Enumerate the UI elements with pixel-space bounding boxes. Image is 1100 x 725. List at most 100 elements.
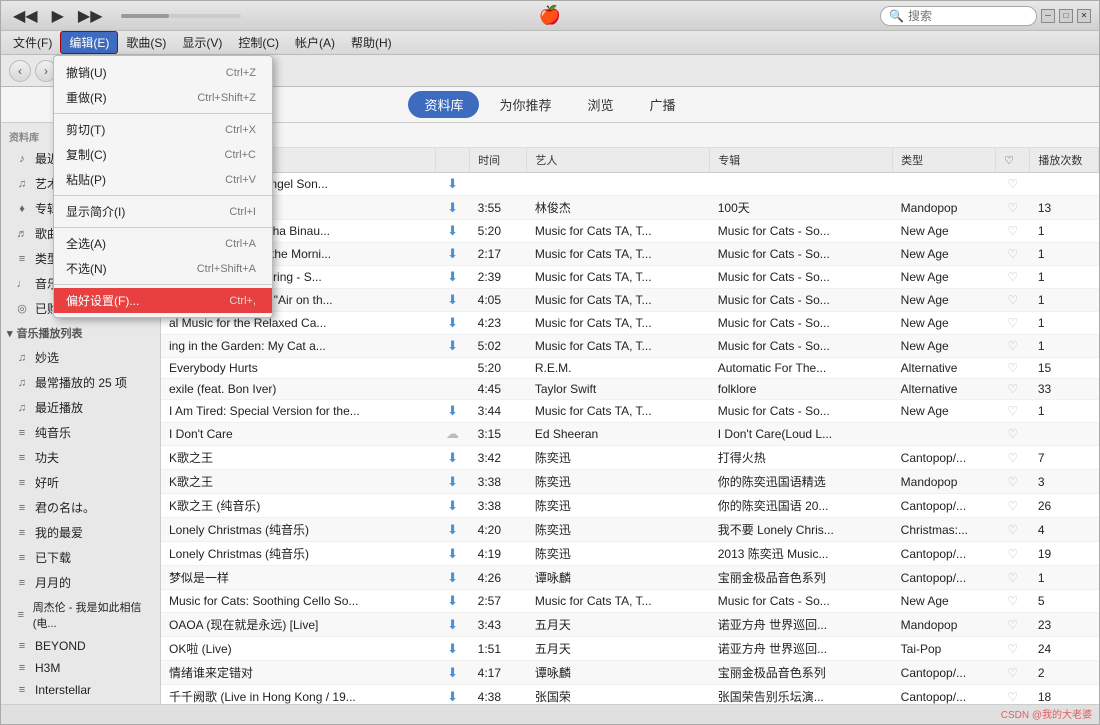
table-row[interactable]: 情绪谁来定错对⬇4:17谭咏麟宝丽金极品音色系列Cantopop/...♡2 xyxy=(161,661,1099,685)
back-button[interactable]: ‹ xyxy=(9,60,31,82)
cell-artist: R.E.M. xyxy=(527,358,710,379)
table-row[interactable]: ing in the Garden: My Cat a...⬇5:02Music… xyxy=(161,335,1099,358)
cell-heart[interactable]: ♡ xyxy=(996,566,1030,590)
menu-help[interactable]: 帮助(H) xyxy=(343,32,400,53)
cell-heart[interactable]: ♡ xyxy=(996,637,1030,661)
sidebar-item-h3m[interactable]: ≡ H3M xyxy=(5,657,156,679)
cell-heart[interactable]: ♡ xyxy=(996,220,1030,243)
sidebar-item-yueyue[interactable]: ≡ 月月的 xyxy=(5,570,156,595)
table-row[interactable]: 千千阙歌 (Live in Hong Kong / 19...⬇4:38张国荣张… xyxy=(161,685,1099,705)
table-row[interactable]: OAOA (现在就是永远) [Live]⬇3:43五月天诺亚方舟 世界巡回...… xyxy=(161,613,1099,637)
table-row[interactable]: K歌之王 (纯音乐)⬇3:38陈奕迅你的陈奕迅国语 20...Cantopop/… xyxy=(161,494,1099,518)
table-row[interactable]: eep Music: Safe in the Morni...⬇2:17Musi… xyxy=(161,243,1099,266)
cell-heart[interactable]: ♡ xyxy=(996,266,1030,289)
sidebar-item-instrumental[interactable]: ≡ 纯音乐 xyxy=(5,420,156,445)
playlists-section-toggle[interactable]: ▾ 音乐播放列表 xyxy=(1,321,160,345)
menu-preferences[interactable]: 偏好设置(F)... Ctrl+, xyxy=(54,288,272,313)
tab-library[interactable]: 资料库 xyxy=(408,91,479,118)
cell-heart[interactable]: ♡ xyxy=(996,173,1030,196)
table-row[interactable]: Everybody Hurts5:20R.E.M.Automatic For T… xyxy=(161,358,1099,379)
cell-heart[interactable]: ♡ xyxy=(996,400,1030,423)
maximize-button[interactable]: □ xyxy=(1059,9,1073,23)
tab-recommended[interactable]: 为你推荐 xyxy=(483,91,567,118)
menu-cut[interactable]: 剪切(T) Ctrl+X xyxy=(54,117,272,142)
cell-heart[interactable]: ♡ xyxy=(996,518,1030,542)
menu-info[interactable]: 显示简介(I) Ctrl+I xyxy=(54,199,272,224)
sidebar-item-interstellar[interactable]: ≡ Interstellar xyxy=(5,679,156,701)
sidebar-item-recent-played[interactable]: ♫ 最近播放 xyxy=(5,395,156,420)
cell-heart[interactable]: ♡ xyxy=(996,243,1030,266)
progress-bar[interactable] xyxy=(121,14,241,18)
cell-heart[interactable]: ♡ xyxy=(996,470,1030,494)
table-row[interactable]: Music for Cats: Soothing Cello So...⬇2:5… xyxy=(161,590,1099,613)
minimize-button[interactable]: ─ xyxy=(1041,9,1055,23)
cell-title: Lonely Christmas (纯音乐) xyxy=(161,542,435,566)
cell-heart[interactable]: ♡ xyxy=(996,358,1030,379)
table-row[interactable]: al Music for the Relaxed Ca...⬇4:23Music… xyxy=(161,312,1099,335)
cell-heart[interactable]: ♡ xyxy=(996,423,1030,446)
cell-heart[interactable]: ♡ xyxy=(996,289,1030,312)
table-row[interactable]: K歌之王⬇3:42陈奕迅打得火热Cantopop/...♡7 xyxy=(161,446,1099,470)
cell-heart[interactable]: ♡ xyxy=(996,613,1030,637)
table-row[interactable]: I Am Tired: Special Version for the...⬇3… xyxy=(161,400,1099,423)
menu-redo[interactable]: 重做(R) Ctrl+Shift+Z xyxy=(54,85,272,110)
cell-heart[interactable]: ♡ xyxy=(996,312,1030,335)
tab-browse[interactable]: 浏览 xyxy=(572,91,630,118)
table-row[interactable]: Lonely Christmas (纯音乐)⬇4:20陈奕迅我不要 Lonely… xyxy=(161,518,1099,542)
menu-song[interactable]: 歌曲(S) xyxy=(118,32,174,53)
table-body: ing Brook and an Angel Son...⬇♡拥抱⬇3:55林俊… xyxy=(161,173,1099,705)
search-input[interactable] xyxy=(908,9,1028,23)
table-row[interactable]: Your Cat Down: Alpha Binau...⬇5:20Music … xyxy=(161,220,1099,243)
cell-heart[interactable]: ♡ xyxy=(996,335,1030,358)
menu-copy[interactable]: 复制(C) Ctrl+C xyxy=(54,142,272,167)
cell-heart[interactable]: ♡ xyxy=(996,685,1030,705)
prev-button[interactable]: ◀◀ xyxy=(9,4,42,28)
cell-heart[interactable]: ♡ xyxy=(996,590,1030,613)
sidebar-item-mix[interactable]: ♫ 妙选 xyxy=(5,345,156,370)
col-cloud xyxy=(435,148,469,173)
next-button[interactable]: ▶▶ xyxy=(74,4,107,28)
table-row[interactable]: 梦似是一样⬇4:26谭咏麟宝丽金极品音色系列Cantopop/...♡1 xyxy=(161,566,1099,590)
close-button[interactable]: ✕ xyxy=(1077,9,1091,23)
table-row[interactable]: I Don't Care☁3:15Ed SheeranI Don't Care(… xyxy=(161,423,1099,446)
sidebar-item-gongfu[interactable]: ≡ 功夫 xyxy=(5,445,156,470)
menu-select-all[interactable]: 全选(A) Ctrl+A xyxy=(54,231,272,256)
sidebar-item-instrumental-label: 纯音乐 xyxy=(35,424,71,441)
sidebar-item-jay[interactable]: ≡ 周杰伦 - 我是如此相信 (电... xyxy=(5,595,156,635)
table-container[interactable]: 歌曲 时间 艺人 专辑 类型 ♡ 播放次数 ing Brook and an A… xyxy=(161,148,1099,704)
cell-heart[interactable]: ♡ xyxy=(996,542,1030,566)
table-row[interactable]: exile (feat. Bon Iver)4:45Taylor Swiftfo… xyxy=(161,379,1099,400)
menu-file[interactable]: 文件(F) xyxy=(5,32,60,53)
menu-undo[interactable]: 撤销(U) Ctrl+Z xyxy=(54,60,272,85)
search-box[interactable]: 🔍 xyxy=(880,6,1037,26)
cell-heart[interactable]: ♡ xyxy=(996,379,1030,400)
cell-heart[interactable]: ♡ xyxy=(996,494,1030,518)
menu-view[interactable]: 显示(V) xyxy=(174,32,230,53)
menu-edit[interactable]: 编辑(E) xyxy=(60,31,118,54)
table-row[interactable]: ical Music for Cats: "Air on th...⬇4:05M… xyxy=(161,289,1099,312)
table-row[interactable]: K歌之王⬇3:38陈奕迅你的陈奕迅国语精选Mandopop♡3 xyxy=(161,470,1099,494)
sidebar-item-beyond[interactable]: ≡ BEYOND xyxy=(5,635,156,657)
cell-plays: 19 xyxy=(1030,542,1099,566)
sidebar-item-kimi[interactable]: ≡ 君の名は。 xyxy=(5,495,156,520)
table-row[interactable]: 拥抱⬇3:55林俊杰100天Mandopop♡13 xyxy=(161,196,1099,220)
menu-control[interactable]: 控制(C) xyxy=(230,32,287,53)
sidebar-item-favorites[interactable]: ≡ 我的最爱 xyxy=(5,520,156,545)
sidebar-item-downloaded[interactable]: ≡ 已下载 xyxy=(5,545,156,570)
table-row[interactable]: ing Brook and an Angel Son...⬇♡ xyxy=(161,173,1099,196)
tab-radio[interactable]: 广播 xyxy=(634,91,692,118)
cell-heart[interactable]: ♡ xyxy=(996,446,1030,470)
menu-paste[interactable]: 粘贴(P) Ctrl+V xyxy=(54,167,272,192)
table-row[interactable]: OK啦 (Live)⬇1:51五月天诺亚方舟 世界巡回...Tai-Pop♡24 xyxy=(161,637,1099,661)
table-row[interactable]: leep Music with Purring - S...⬇2:39Music… xyxy=(161,266,1099,289)
table-row[interactable]: Lonely Christmas (纯音乐)⬇4:19陈奕迅2013 陈奕迅 M… xyxy=(161,542,1099,566)
menu-account[interactable]: 帐户(A) xyxy=(287,32,343,53)
sidebar-item-haoting[interactable]: ≡ 好听 xyxy=(5,470,156,495)
play-button[interactable]: ▶ xyxy=(48,4,68,28)
cell-heart[interactable]: ♡ xyxy=(996,661,1030,685)
sidebar-item-top25[interactable]: ♫ 最常播放的 25 项 xyxy=(5,370,156,395)
menu-deselect[interactable]: 不选(N) Ctrl+Shift+A xyxy=(54,256,272,281)
cell-heart[interactable]: ♡ xyxy=(996,196,1030,220)
cell-album: 打得火热 xyxy=(710,446,893,470)
cell-artist: Music for Cats TA, T... xyxy=(527,335,710,358)
